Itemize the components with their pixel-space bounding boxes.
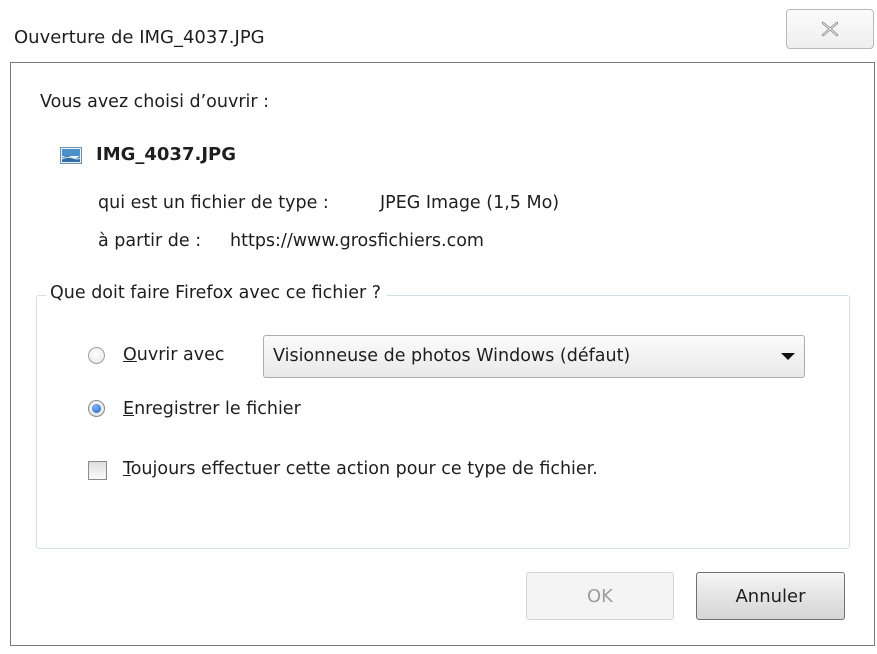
close-icon	[821, 21, 839, 37]
open-with-label-rest: uvrir avec	[136, 345, 225, 365]
radio-selected-dot	[92, 404, 101, 413]
ok-button[interactable]: OK	[526, 572, 674, 620]
action-group-legend: Que doit faire Firefox avec ce fichier ?	[46, 283, 388, 303]
download-dialog: Ouverture de IMG_4037.JPG Vous avez choi…	[0, 0, 877, 654]
window-title: Ouverture de IMG_4037.JPG	[14, 27, 265, 48]
application-select-value: Visionneuse de photos Windows (défaut)	[273, 346, 631, 366]
save-file-radio[interactable]	[88, 400, 105, 417]
action-groupbox	[36, 295, 850, 549]
save-file-accesskey: E	[123, 399, 135, 419]
open-prompt: Vous avez choisi d’ouvrir :	[40, 92, 270, 112]
always-do-label[interactable]: Toujours effectuer cette action pour ce …	[123, 459, 598, 479]
chevron-down-icon	[781, 353, 795, 360]
file-type-value: JPEG Image (1,5 Mo)	[380, 193, 560, 213]
open-with-accesskey: O	[123, 345, 137, 365]
save-file-label[interactable]: Enregistrer le fichier	[123, 399, 301, 419]
file-source-label: à partir de :	[98, 231, 202, 251]
open-with-radio[interactable]	[88, 347, 105, 364]
image-file-icon	[60, 147, 82, 164]
always-do-label-rest: oujours effectuer cette action pour ce t…	[130, 459, 598, 479]
cancel-button[interactable]: Annuler	[696, 572, 845, 620]
close-button[interactable]	[786, 9, 874, 49]
title-bar: Ouverture de IMG_4037.JPG	[0, 0, 877, 62]
open-with-label[interactable]: Ouvrir avec	[123, 345, 225, 365]
always-do-accesskey: T	[123, 459, 131, 479]
file-type-label: qui est un fichier de type :	[98, 193, 329, 213]
always-do-checkbox[interactable]	[88, 461, 107, 480]
file-source-value: https://www.grosfichiers.com	[230, 231, 484, 251]
file-name: IMG_4037.JPG	[96, 144, 236, 165]
application-select[interactable]: Visionneuse de photos Windows (défaut)	[263, 335, 805, 378]
save-file-label-rest: nregistrer le fichier	[134, 399, 301, 419]
